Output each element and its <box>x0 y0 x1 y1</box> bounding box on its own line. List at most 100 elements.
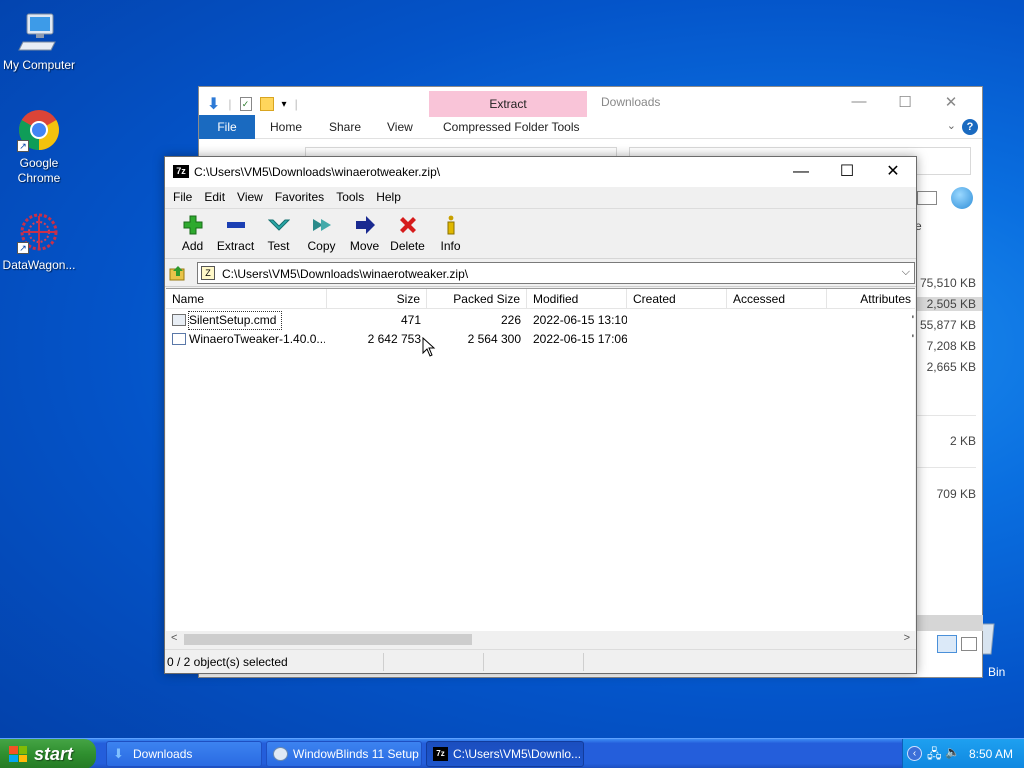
file-list[interactable]: Name Size Packed Size Modified Created A… <box>166 288 915 633</box>
add-button[interactable]: Add <box>171 209 214 258</box>
7zip-app-icon: 7z <box>173 165 189 178</box>
file-size: 471 <box>400 313 421 327</box>
menu-file[interactable]: File <box>167 187 198 208</box>
file-attributes: ' <box>911 313 914 327</box>
sevenzip-titlebar[interactable]: 7z C:\Users\VM5\Downloads\winaerotweaker… <box>165 157 916 187</box>
tiles-view-icon[interactable] <box>961 637 977 651</box>
plus-icon <box>181 214 205 236</box>
shortcut-arrow-icon: ↗ <box>17 242 29 254</box>
folder-icon[interactable] <box>259 97 274 111</box>
details-view-icon[interactable] <box>937 635 957 653</box>
column-header-accessed[interactable]: Accessed <box>727 289 827 309</box>
address-row: Z C:\Users\VM5\Downloads\winaerotweaker.… <box>165 259 916 287</box>
ribbon-tabs: File Home Share View Compressed Folder T… <box>199 115 982 139</box>
zip-archive-icon: Z <box>201 266 215 280</box>
show-hidden-icons-button[interactable]: ‹ <box>907 746 922 761</box>
file-name[interactable]: WinaeroTweaker-1.40.0.... <box>189 330 325 349</box>
status-bar: 0 / 2 object(s) selected <box>165 649 916 673</box>
column-header-attributes[interactable]: Attributes <box>827 289 915 309</box>
mouse-cursor-icon <box>422 336 436 360</box>
volume-icon[interactable]: 🔈 <box>945 745 960 759</box>
column-header-created[interactable]: Created <box>627 289 727 309</box>
address-bar[interactable]: Z C:\Users\VM5\Downloads\winaerotweaker.… <box>197 262 915 284</box>
tab-file[interactable]: File <box>199 115 255 139</box>
column-header-size[interactable]: Size <box>327 289 427 309</box>
file-modified: 2022-06-15 13:10 <box>533 313 627 327</box>
close-button[interactable]: ✕ <box>870 157 916 187</box>
move-button[interactable]: Move <box>343 209 386 258</box>
chevron-down-icon[interactable]: ⌄ <box>947 119 956 132</box>
maximize-button[interactable]: ☐ <box>824 157 870 187</box>
scroll-left-icon[interactable]: < <box>171 632 177 644</box>
arrow-down-icon[interactable]: ⬇ <box>207 94 220 114</box>
details-pane-icon[interactable] <box>917 191 937 205</box>
taskbar-item-downloads[interactable]: ⬇ Downloads <box>106 741 262 767</box>
chrome-icon: ↗ <box>17 108 61 152</box>
explorer-title: Downloads <box>601 95 661 109</box>
menu-tools[interactable]: Tools <box>330 187 370 208</box>
size-cell: 7,208 KB <box>926 339 976 353</box>
divider: | <box>294 97 298 111</box>
tab-home[interactable]: Home <box>270 115 302 139</box>
horizontal-scrollbar[interactable]: < > <box>166 631 915 648</box>
menu-edit[interactable]: Edit <box>198 187 231 208</box>
delete-button[interactable]: Delete <box>386 209 429 258</box>
column-header-modified[interactable]: Modified <box>527 289 627 309</box>
window-title: C:\Users\VM5\Downloads\winaerotweaker.zi… <box>194 165 441 179</box>
scroll-thumb[interactable] <box>184 634 472 645</box>
menu-help[interactable]: Help <box>370 187 407 208</box>
column-header-name[interactable]: Name <box>166 289 327 309</box>
ribbon-context-tab-extract[interactable]: Extract <box>429 91 587 117</box>
customize-quick-access-icon[interactable]: ▾ <box>282 99 287 110</box>
size-cell: 709 KB <box>936 487 976 501</box>
system-tray: ‹ 🖧 🔈 8:50 AM <box>902 739 1024 768</box>
divider: | <box>228 97 232 111</box>
table-row[interactable]: SilentSetup.cmd 471 226 2022-06-15 13:10… <box>166 311 915 330</box>
minimize-button[interactable]: — <box>778 157 824 187</box>
file-modified: 2022-06-15 17:06 <box>533 332 627 346</box>
datawagon-icon: ↗ <box>17 210 61 254</box>
size-cell: 75,510 KB <box>919 276 976 290</box>
maximize-button[interactable]: ☐ <box>882 93 928 111</box>
desktop-icon-label: Google Chrome <box>17 156 61 185</box>
explorer-titlebar[interactable]: ⬇ | ✓ ▾ | Extract Downloads — ☐ ✕ <box>199 87 982 117</box>
start-button[interactable]: start <box>0 739 96 768</box>
folder-up-icon[interactable] <box>169 264 187 282</box>
globe-icon[interactable] <box>951 187 973 209</box>
help-icon[interactable]: ? <box>962 119 978 135</box>
script-file-icon <box>172 314 186 326</box>
menu-view[interactable]: View <box>231 187 269 208</box>
menu-favorites[interactable]: Favorites <box>269 187 330 208</box>
checkmark-icon <box>267 214 291 236</box>
setup-icon <box>273 747 288 761</box>
taskbar-item-windowblinds[interactable]: WindowBlinds 11 Setup <box>266 741 422 767</box>
info-button[interactable]: Info <box>429 209 472 258</box>
test-button[interactable]: Test <box>257 209 300 258</box>
menu-bar: File Edit View Favorites Tools Help <box>165 187 916 209</box>
properties-icon[interactable]: ✓ <box>239 97 252 111</box>
chevron-down-icon[interactable]: ⌵ <box>902 266 910 279</box>
scroll-right-icon[interactable]: > <box>904 632 910 644</box>
table-row[interactable]: WinaeroTweaker-1.40.0.... 2 642 753 2 56… <box>166 330 915 349</box>
taskbar-item-7zip[interactable]: 7z C:\Users\VM5\Downlo... <box>426 741 584 767</box>
file-packed-size: 226 <box>500 313 521 327</box>
tab-share[interactable]: Share <box>329 115 361 139</box>
minimize-button[interactable]: — <box>836 93 882 111</box>
copy-button[interactable]: Copy <box>300 209 343 258</box>
explorer-hscroll[interactable] <box>915 615 983 631</box>
tab-view[interactable]: View <box>387 115 413 139</box>
column-header-packed-size[interactable]: Packed Size <box>427 289 527 309</box>
file-name[interactable]: SilentSetup.cmd <box>188 311 282 330</box>
sevenzip-window[interactable]: 7z C:\Users\VM5\Downloads\winaerotweaker… <box>164 156 917 674</box>
close-button[interactable]: ✕ <box>928 93 974 111</box>
desktop-icon-google-chrome[interactable]: ↗ Google Chrome <box>0 108 78 186</box>
divider <box>916 467 976 468</box>
clock[interactable]: 8:50 AM <box>969 747 1013 761</box>
network-icon[interactable]: 🖧 <box>927 745 942 767</box>
desktop-icon-my-computer[interactable]: My Computer <box>0 10 78 73</box>
extract-button[interactable]: Extract <box>214 209 257 258</box>
address-text[interactable]: C:\Users\VM5\Downloads\winaerotweaker.zi… <box>222 267 468 281</box>
divider <box>383 653 384 671</box>
desktop-icon-datawagon[interactable]: ↗ DataWagon... <box>0 210 78 273</box>
tab-compressed-folder-tools[interactable]: Compressed Folder Tools <box>443 115 580 139</box>
